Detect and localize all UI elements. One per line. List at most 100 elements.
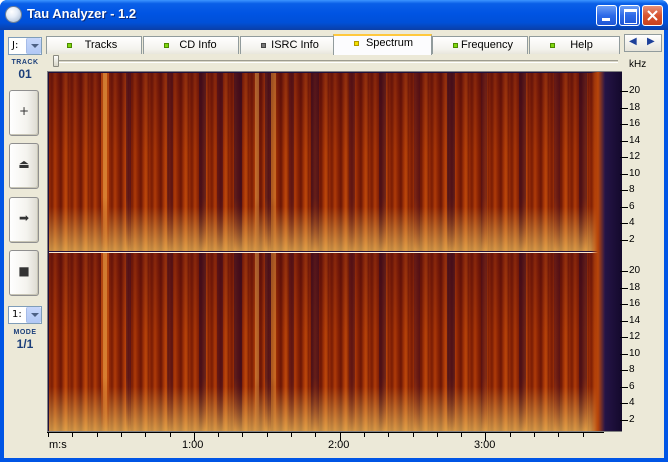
y-top-tick [620, 107, 628, 109]
y-bottom-tick [620, 419, 628, 421]
x-minor-tick [315, 433, 317, 437]
tab-cd-info[interactable]: CD Info [143, 36, 239, 54]
arrow-right-icon: ➡ [18, 211, 30, 225]
y-bottom-tick-label: 4 [629, 397, 635, 408]
spectrum-streak [126, 253, 131, 431]
spectrum-streak [199, 73, 206, 251]
app-window: Tau Analyzer - 1.2 J: TRACK 01 + ⏏ ➡ ■ 1… [0, 0, 668, 462]
x-minor-tick [412, 433, 414, 437]
x-minor-tick [218, 433, 220, 437]
y-top-tick-label: 12 [629, 151, 641, 162]
tab-isrc-info[interactable]: ISRC Info [240, 36, 336, 54]
tab-scroll-right-icon[interactable]: ▶ [647, 36, 655, 47]
maximize-button[interactable] [619, 5, 640, 26]
chevron-down-icon[interactable] [26, 307, 41, 323]
tab-frequency[interactable]: Frequency [432, 36, 528, 54]
tab-scroll-buttons: ◀ ▶ [624, 34, 662, 52]
y-bottom-tick [620, 353, 628, 355]
x-minor-tick [48, 433, 49, 437]
spectrum-streak [271, 73, 276, 251]
tab-label: Help [570, 39, 593, 51]
spectrum-streak [103, 73, 107, 251]
spectrum-streak [217, 253, 223, 431]
y-top-tick [620, 91, 628, 92]
y-top-tick [620, 140, 628, 142]
x-minor-tick [388, 433, 390, 437]
y-top-tick [620, 239, 628, 241]
stop-icon: ■ [18, 264, 30, 278]
mode-select[interactable]: 1: [8, 306, 42, 324]
eject-button[interactable]: ⏏ [9, 143, 39, 189]
spectrum-streak [167, 73, 173, 251]
spectrum-streak [414, 253, 420, 431]
y-top-tick [620, 190, 628, 191]
plus-icon: + [18, 104, 30, 118]
position-slider-thumb[interactable] [53, 55, 59, 67]
drive-select[interactable]: J: [8, 37, 42, 55]
spectrogram-right-channel [49, 253, 605, 431]
tab-label: Tracks [84, 39, 118, 51]
y-top-tick-label: 4 [629, 217, 635, 228]
y-bottom-tick-label: 16 [629, 298, 641, 309]
minimize-button[interactable] [596, 5, 617, 26]
spectrogram-left-channel [49, 73, 605, 251]
spectrum-streak [255, 253, 259, 431]
spectrum-streak [217, 73, 223, 251]
close-button[interactable] [642, 5, 663, 26]
title-bar[interactable]: Tau Analyzer - 1.2 [0, 0, 668, 30]
y-unit-label: kHz [629, 59, 647, 70]
x-minor-tick [363, 433, 365, 437]
y-bottom-tick [620, 386, 628, 388]
x-tick-label: 2:00 [328, 439, 350, 451]
spectrum-streak [311, 73, 319, 251]
y-top-tick-label: 6 [629, 200, 635, 212]
spectrum-streak [255, 73, 259, 251]
spectrum-streak [481, 253, 487, 431]
mode-select-value: 1: [12, 309, 22, 320]
y-top-tick-label: 10 [629, 167, 641, 179]
stop-button[interactable]: ■ [9, 250, 39, 296]
spectrum-streak [414, 73, 420, 251]
spectrum-streak [289, 253, 294, 431]
spectrum-streak [311, 253, 319, 431]
x-minor-tick [145, 433, 147, 437]
x-minor-tick [436, 433, 438, 437]
tab-tracks[interactable]: Tracks [46, 36, 142, 54]
x-minor-tick [169, 433, 171, 437]
y-bottom-tick-label: 14 [629, 314, 641, 326]
tab-bar: Tracks CD Info ISRC Info Spectrum Freque… [46, 34, 620, 55]
tab-help[interactable]: Help [529, 36, 620, 54]
tab-spectrum[interactable]: Spectrum [333, 34, 432, 55]
spectrum-streak [554, 73, 560, 251]
x-minor-tick [242, 433, 244, 437]
chevron-down-icon[interactable] [26, 38, 41, 54]
y-top-tick-label: 8 [629, 184, 635, 195]
y-top-tick-label: 16 [629, 118, 641, 129]
y-top-tick [620, 206, 628, 208]
x-minor-tick [534, 433, 535, 437]
x-axis-line [47, 432, 604, 433]
spectrum-streak [519, 73, 526, 251]
x-minor-tick [120, 433, 122, 437]
tab-label: Frequency [461, 39, 513, 51]
y-top-tick-label: 14 [629, 134, 641, 146]
spectrogram [47, 71, 622, 432]
spectrum-streak [234, 253, 242, 431]
y-top-tick [620, 124, 628, 125]
y-bottom-tick-label: 20 [629, 265, 641, 276]
tab-label: CD Info [179, 39, 217, 51]
position-slider-track[interactable] [56, 60, 618, 63]
spectrogram-edge [591, 72, 605, 431]
spectrum-streak [167, 253, 173, 431]
y-bottom-tick-label: 2 [629, 413, 635, 425]
y-top-tick-label: 20 [629, 85, 641, 96]
track-number: 01 [18, 67, 32, 81]
spectrum-streak [579, 253, 587, 431]
x-tick-label: 1:00 [182, 439, 204, 451]
tab-scroll-left-icon[interactable]: ◀ [629, 36, 637, 47]
eject-icon: ⏏ [18, 157, 30, 171]
drive-select-value: J: [12, 40, 19, 51]
play-button[interactable]: ➡ [9, 197, 39, 243]
add-button[interactable]: + [9, 90, 39, 136]
y-bottom-tick [620, 370, 628, 371]
